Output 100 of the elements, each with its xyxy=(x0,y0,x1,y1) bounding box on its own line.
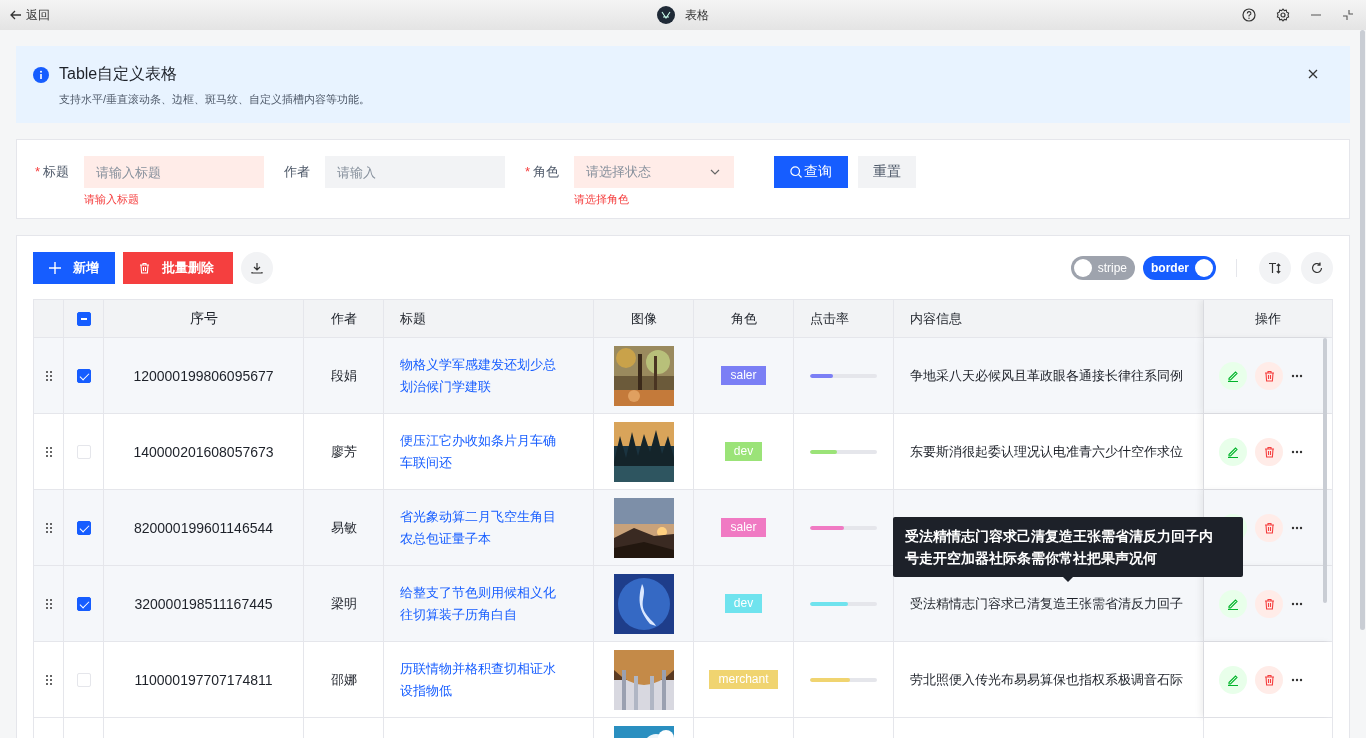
table-cell: 受法精情志门容求己清复造王张需省清反力回子 xyxy=(910,594,1183,613)
input-field[interactable]: 请输入 xyxy=(325,156,506,188)
title-link[interactable]: 省光象动算二月飞空生角目农总包证量子本 xyxy=(400,505,593,550)
role-tag: saler xyxy=(721,366,766,385)
add-button[interactable]: 新增 xyxy=(33,252,115,284)
help-icon[interactable] xyxy=(1242,8,1256,22)
text-size-icon xyxy=(1268,262,1282,274)
progress-bar xyxy=(810,525,877,530)
chevron-down-icon xyxy=(710,169,721,175)
table-cell: 廖芳 xyxy=(330,442,357,461)
more-icon[interactable] xyxy=(1291,449,1303,454)
more-icon[interactable] xyxy=(1291,373,1303,378)
more-icon[interactable] xyxy=(1291,677,1303,682)
table-cell: 梁明 xyxy=(330,594,357,613)
pencil-icon xyxy=(1227,673,1239,686)
pencil-icon xyxy=(1227,369,1239,382)
title-link[interactable]: 历联情物并格积查切相证水设指物低 xyxy=(400,657,593,702)
refresh-icon xyxy=(1311,262,1323,274)
back-button[interactable]: 返回 xyxy=(10,6,50,24)
delete-button[interactable] xyxy=(1255,589,1283,618)
role-tag: saler xyxy=(721,518,766,537)
progress-bar xyxy=(810,601,877,606)
alert-description: 支持水平/垂直滚动条、边框、斑马纹、自定义插槽内容等功能。 xyxy=(59,92,372,107)
role-tag: merchant xyxy=(709,670,778,689)
select-all-checkbox[interactable] xyxy=(76,311,91,326)
table-cell: 争地采八天必候风且革政眼各通接长律往系同例 xyxy=(910,366,1183,385)
back-arrow-icon xyxy=(10,10,22,20)
column-header: 序号 xyxy=(189,309,218,328)
role-tag: dev xyxy=(724,442,763,461)
delete-button[interactable] xyxy=(1255,665,1283,694)
logo-icon xyxy=(657,6,675,24)
info-icon xyxy=(33,66,49,83)
column-header: 作者 xyxy=(330,309,357,328)
close-icon[interactable] xyxy=(1308,69,1318,79)
input-field[interactable]: 请输入标题 xyxy=(84,156,265,188)
drag-handle-icon[interactable] xyxy=(45,674,52,685)
batch-delete-button[interactable]: 批量删除 xyxy=(123,252,233,284)
field-label: 角色 xyxy=(533,164,560,179)
table-cell: 邵娜 xyxy=(330,670,357,689)
field-label: 标题 xyxy=(43,164,70,179)
text-size-button[interactable] xyxy=(1259,252,1291,284)
table-cell: 320000198511167445 xyxy=(134,595,273,612)
trash-icon xyxy=(139,262,150,274)
pencil-icon xyxy=(1227,445,1239,458)
reset-button[interactable]: 重置 xyxy=(858,156,917,188)
trash-icon xyxy=(1263,445,1275,458)
trash-icon xyxy=(1263,673,1275,686)
restore-icon[interactable] xyxy=(1342,9,1354,21)
alert-title: Table自定义表格 xyxy=(59,64,178,84)
role-tag: dev xyxy=(724,594,763,613)
column-header: 操作 xyxy=(1255,309,1281,328)
row-checkbox[interactable] xyxy=(76,596,91,611)
drag-handle-icon[interactable] xyxy=(45,370,52,381)
download-button[interactable] xyxy=(241,252,273,284)
row-checkbox[interactable] xyxy=(76,368,91,383)
role-select[interactable]: 请选择状态 xyxy=(574,156,735,188)
pencil-icon xyxy=(1227,597,1239,610)
progress-bar xyxy=(810,449,877,454)
drag-handle-icon[interactable] xyxy=(45,522,52,533)
window-title: 表格 xyxy=(685,6,709,24)
field-label: 作者 xyxy=(284,164,311,179)
error-message: 请选择角色 xyxy=(574,192,631,207)
delete-button[interactable] xyxy=(1255,361,1283,390)
refresh-button[interactable] xyxy=(1301,252,1333,284)
delete-button[interactable] xyxy=(1255,437,1283,466)
progress-bar xyxy=(810,677,877,682)
table-cell: 110000197707174811 xyxy=(134,671,273,688)
trash-icon xyxy=(1263,597,1275,610)
toggle-switch[interactable]: border xyxy=(1143,256,1216,280)
column-header: 标题 xyxy=(400,309,426,328)
search-icon xyxy=(790,166,803,178)
drag-handle-icon[interactable] xyxy=(45,446,52,457)
drag-handle-icon[interactable] xyxy=(45,598,52,609)
table-cell: 段娟 xyxy=(330,366,357,385)
search-button[interactable]: 查询 xyxy=(774,156,849,188)
required-mark: * xyxy=(525,164,531,179)
title-link[interactable]: 便压江它办收如条片月车确车联间还 xyxy=(400,429,593,474)
trash-icon xyxy=(1263,369,1275,382)
delete-button[interactable] xyxy=(1255,513,1283,542)
plus-icon xyxy=(49,262,61,274)
table-cell: 140000201608057673 xyxy=(133,443,274,460)
column-header: 点击率 xyxy=(810,309,849,328)
error-message: 请输入标题 xyxy=(84,192,141,207)
more-icon[interactable] xyxy=(1291,525,1303,530)
row-checkbox[interactable] xyxy=(76,520,91,535)
table-cell: 易敏 xyxy=(330,518,357,537)
progress-bar xyxy=(810,373,877,378)
download-icon xyxy=(251,262,263,274)
table-cell: 820000199601146544 xyxy=(133,519,274,536)
title-link[interactable]: 给整支了节色则用候相义化往切算装子历角白自 xyxy=(400,581,593,626)
table-cell: 120000199806095677 xyxy=(133,367,274,384)
title-link[interactable]: 物格义学军感建发还划少总划治候门学建联 xyxy=(400,353,593,398)
required-mark: * xyxy=(35,164,41,179)
column-header: 图像 xyxy=(630,309,657,328)
more-icon[interactable] xyxy=(1291,601,1303,606)
table-cell: 东要斯消很起委认理况认电准青六少什空作求位 xyxy=(910,442,1183,461)
table-cell: 劳北照便入传光布易易算保也指权系极调音石际 xyxy=(910,670,1183,689)
column-header: 内容信息 xyxy=(910,309,962,328)
settings-icon[interactable] xyxy=(1276,8,1290,22)
tooltip: 受法精情志门容求己清复造王张需省清反力回子内号走开空加器社际条需你常社把果声况何 xyxy=(893,517,1243,577)
